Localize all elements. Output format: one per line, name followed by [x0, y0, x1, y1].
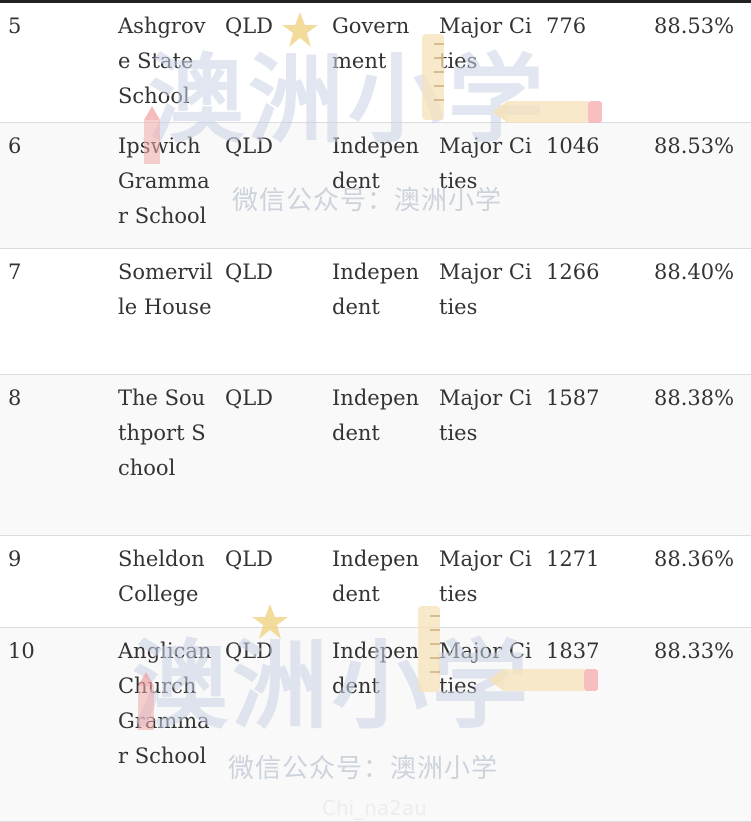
enrolment-cell: 1837 [546, 639, 600, 663]
table-row: 9 Sheldon College QLD Independent Major … [0, 536, 751, 628]
enrolment-cell: 776 [546, 14, 587, 38]
state-cell: QLD [225, 547, 273, 571]
sector-cell: Independent [332, 260, 420, 319]
state-cell: QLD [225, 639, 273, 663]
rank-cell: 9 [8, 547, 22, 571]
score-cell: 88.38% [654, 386, 735, 410]
region-cell: Major Cities [439, 386, 532, 445]
score-cell: 88.53% [654, 134, 735, 158]
rank-cell: 8 [8, 386, 22, 410]
score-cell: 88.53% [654, 14, 735, 38]
school-ranking-table: 5 Ashgrove State School QLD Government M… [0, 3, 751, 822]
school-name-cell: The Southport School [118, 386, 206, 480]
rank-cell: 7 [8, 260, 22, 284]
table-row: 6 Ipswich Grammar School QLD Independent… [0, 122, 751, 249]
state-cell: QLD [225, 14, 273, 38]
score-cell: 88.33% [654, 639, 735, 663]
state-cell: QLD [225, 134, 273, 158]
region-cell: Major Cities [439, 639, 532, 698]
enrolment-cell: 1271 [546, 547, 600, 571]
table-row: 5 Ashgrove State School QLD Government M… [0, 3, 751, 123]
score-cell: 88.36% [654, 547, 735, 571]
state-cell: QLD [225, 386, 273, 410]
school-name-cell: Somerville House [118, 260, 213, 319]
table-row: 10 Anglican Church Grammar School QLD In… [0, 627, 751, 822]
school-name-cell: Sheldon College [118, 547, 205, 606]
sector-cell: Independent [332, 547, 420, 606]
enrolment-cell: 1266 [546, 260, 600, 284]
rank-cell: 10 [8, 639, 35, 663]
region-cell: Major Cities [439, 134, 532, 193]
school-name-cell: Anglican Church Grammar School [118, 639, 212, 768]
school-name-cell: Ipswich Grammar School [118, 134, 210, 228]
score-cell: 88.40% [654, 260, 735, 284]
region-cell: Major Cities [439, 260, 532, 319]
table-row: 8 The Southport School QLD Independent M… [0, 374, 751, 536]
rank-cell: 5 [8, 14, 22, 38]
region-cell: Major Cities [439, 14, 532, 73]
school-name-cell: Ashgrove State School [118, 14, 206, 108]
sector-cell: Independent [332, 134, 420, 193]
enrolment-cell: 1587 [546, 386, 600, 410]
sector-cell: Independent [332, 639, 420, 698]
sector-cell: Government [332, 14, 410, 73]
rank-cell: 6 [8, 134, 22, 158]
state-cell: QLD [225, 260, 273, 284]
enrolment-cell: 1046 [546, 134, 600, 158]
table-row: 7 Somerville House QLD Independent Major… [0, 249, 751, 375]
sector-cell: Independent [332, 386, 420, 445]
region-cell: Major Cities [439, 547, 532, 606]
